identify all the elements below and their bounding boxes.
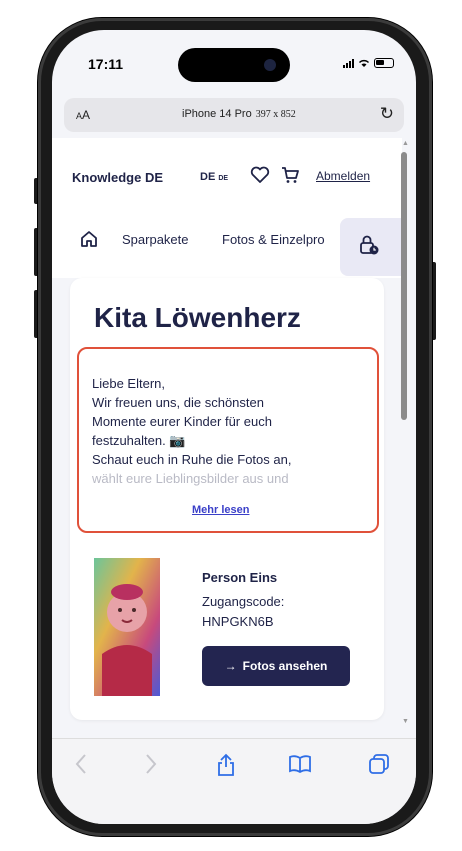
reload-icon[interactable]: ↻	[380, 104, 394, 124]
language-small: DE	[218, 175, 229, 182]
camera-icon	[264, 59, 276, 71]
person-photo[interactable]	[94, 558, 160, 696]
intro-line: Momente eurer Kinder für euch	[92, 414, 272, 429]
address-bar[interactable]: AAAA iPhone 14 Pro397 x 852 ↻	[64, 98, 404, 132]
scrollbar-thumb[interactable]	[401, 152, 407, 420]
cart-icon[interactable]	[280, 166, 300, 184]
status-icons	[343, 58, 394, 68]
battery-icon	[374, 58, 394, 68]
url-display[interactable]: iPhone 14 Pro 397 x 852	[182, 108, 296, 120]
intro-line-faded: wählt eure Lieblingsbilder aus und	[92, 471, 289, 486]
access-code-label: Zugangscode:	[202, 594, 285, 609]
intro-text: Liebe Eltern, Wir freuen uns, die schöns…	[92, 374, 354, 488]
text-size-button[interactable]: AAAA	[76, 108, 90, 122]
browser-toolbar	[52, 738, 416, 824]
brand-logo[interactable]: Knowledge DE	[72, 170, 163, 185]
language-label: DE	[200, 171, 216, 183]
account-lock-button[interactable]	[340, 218, 402, 276]
intro-line: Schaut euch in Ruhe die Fotos an,	[92, 452, 292, 467]
access-code-value: HNPGKN6B	[202, 614, 274, 629]
tab-fotos-einzelprodukte[interactable]: Fotos & Einzelpro	[222, 232, 325, 247]
wifi-icon	[358, 59, 370, 67]
forward-icon[interactable]	[144, 753, 158, 775]
signal-icon	[343, 58, 354, 68]
intro-line: festzuhalten. 📷	[92, 433, 186, 448]
heart-icon[interactable]	[250, 166, 270, 184]
read-more-link[interactable]: Mehr lesen	[192, 504, 249, 516]
intro-line: Wir freuen uns, die schönsten	[92, 395, 264, 410]
card-title: Kita Löwenherz	[94, 302, 301, 333]
arrow-right-icon: →	[224, 659, 237, 673]
main-nav: Sparpakete Fotos & Einzelpro	[52, 218, 402, 278]
device-size: 397 x 852	[255, 109, 296, 120]
kita-card: Kita Löwenherz Liebe Eltern, Wir freuen …	[70, 278, 384, 720]
scroll-down-arrow-icon[interactable]: ▼	[402, 718, 409, 725]
logout-link[interactable]: Abmelden	[316, 169, 370, 183]
scroll-up-arrow-icon[interactable]: ▲	[402, 140, 409, 147]
tab-sparpakete[interactable]: Sparpakete	[122, 232, 189, 247]
site-header: Knowledge DE DE DE Abmelden	[52, 138, 402, 190]
view-photos-button[interactable]: → Fotos ansehen	[202, 646, 350, 686]
language-selector[interactable]: DE DE	[200, 171, 228, 183]
lock-clock-icon	[360, 235, 379, 255]
status-time: 17:11	[88, 56, 124, 72]
back-icon[interactable]	[74, 753, 88, 775]
phone-screen: 17:11 AAAA iPhone 14 Pro397 x 852 ↻ Know…	[52, 30, 416, 824]
share-icon[interactable]	[216, 753, 236, 777]
device-name: iPhone 14 Pro	[182, 108, 252, 120]
home-icon[interactable]	[80, 230, 98, 248]
bookmarks-icon[interactable]	[288, 753, 312, 775]
person-name: Person Eins	[202, 570, 278, 585]
view-photos-label: Fotos ansehen	[242, 659, 328, 673]
tabs-icon[interactable]	[368, 753, 390, 775]
intro-line: Liebe Eltern,	[92, 376, 165, 391]
dynamic-island	[178, 48, 290, 82]
